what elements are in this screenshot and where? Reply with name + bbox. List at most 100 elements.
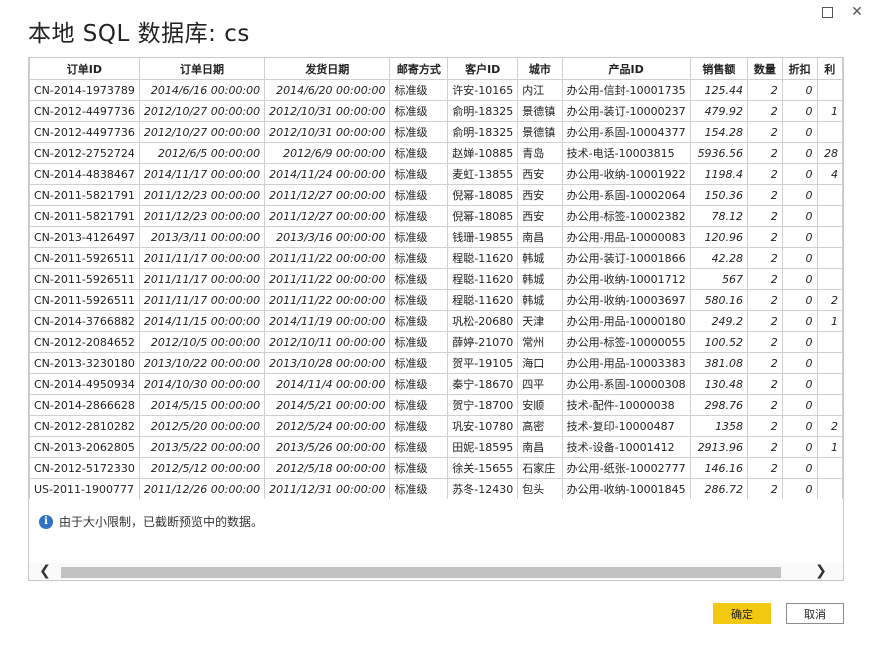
table-cell: 赵婵-10885 [447, 142, 519, 164]
table-cell: 标准级 [389, 310, 449, 332]
table-cell: 标准级 [389, 373, 449, 395]
table-cell: 0 [781, 100, 818, 122]
table-cell: 2011/11/22 00:00:00 [264, 247, 391, 269]
table-cell: 2011/11/17 00:00:00 [138, 247, 266, 269]
table-cell: 技术-配件-10000038 [561, 394, 691, 416]
table-cell: 1 [816, 100, 843, 122]
table-cell: 2014/11/24 00:00:00 [264, 163, 391, 185]
table-cell: 0 [781, 247, 818, 269]
table-cell: 贺宁-18700 [447, 394, 519, 416]
table-cell: 标准级 [389, 205, 449, 227]
column-header[interactable]: 邮寄方式 [389, 58, 449, 80]
table-cell: 2 [816, 415, 843, 437]
column-header[interactable]: 发货日期 [264, 58, 391, 80]
table-row: CN-2011-5926511 2011/11/17 00:00:00 2011/1… [29, 268, 843, 290]
column-header[interactable]: 订单日期 [138, 58, 266, 80]
table-cell: 巩安-10780 [447, 415, 519, 437]
table-cell: 2 [747, 331, 783, 353]
table-cell: 办公用-标签-10000055 [561, 331, 691, 353]
horizontal-scrollbar[interactable]: ❮ ❯ [29, 563, 843, 580]
table-cell: CN-2014-4838467 [29, 163, 140, 185]
table-cell: 2 [747, 352, 783, 374]
table-cell: 2012/5/12 00:00:00 [138, 457, 266, 479]
table-cell: 办公用-系固-10002064 [561, 184, 691, 206]
table-cell: CN-2012-4497736 [29, 100, 140, 122]
table-cell: CN-2012-2752724 [29, 142, 140, 164]
table-cell: 120.96 [689, 226, 749, 248]
table-cell: CN-2013-4126497 [29, 226, 140, 248]
table-cell: 2013/3/16 00:00:00 [264, 226, 391, 248]
table-cell: 徐关-15655 [447, 457, 519, 479]
table-cell: 146.16 [689, 457, 749, 479]
table-cell: 标准级 [389, 331, 449, 353]
close-icon: ✕ [851, 4, 863, 20]
table-cell: 办公用-装订-10000237 [561, 100, 691, 122]
table-cell: 标准级 [389, 79, 449, 101]
table-cell: 俞明-18325 [447, 121, 519, 143]
table-cell: 苏冬-12430 [447, 478, 519, 499]
table-cell: 2012/6/5 00:00:00 [138, 142, 266, 164]
table-cell [816, 184, 843, 206]
table-cell: 2 [747, 226, 783, 248]
table-cell: 2014/11/15 00:00:00 [138, 310, 266, 332]
table-cell: 2014/10/30 00:00:00 [138, 373, 266, 395]
column-header[interactable]: 折扣 [781, 58, 818, 80]
column-header[interactable]: 利 [816, 58, 843, 80]
table-cell: 技术-电话-10003815 [561, 142, 691, 164]
table-row: CN-2011-5926511 2011/11/17 00:00:00 2011/1… [29, 289, 843, 311]
table-cell: 倪幂-18085 [447, 205, 519, 227]
table-cell: 程聪-11620 [447, 268, 519, 290]
table-cell: CN-2014-2866628 [29, 394, 140, 416]
table-cell: 42.28 [689, 247, 749, 269]
table-cell: 秦宁-18670 [447, 373, 519, 395]
table-cell: 4 [816, 163, 843, 185]
table-cell: 倪幂-18085 [447, 184, 519, 206]
scrollbar-thumb[interactable] [61, 567, 781, 578]
table-cell: 125.44 [689, 79, 749, 101]
cancel-button[interactable]: 取消 [786, 603, 844, 624]
column-header[interactable]: 产品ID [561, 58, 691, 80]
table-cell: 海口 [517, 352, 563, 374]
table-cell: 2 [747, 184, 783, 206]
column-header[interactable]: 数量 [747, 58, 783, 80]
table-cell: 办公用-装订-10001866 [561, 247, 691, 269]
table-cell: 0 [781, 457, 818, 479]
table-cell: 标准级 [389, 268, 449, 290]
column-header[interactable]: 城市 [517, 58, 563, 80]
column-header[interactable]: 客户ID [447, 58, 519, 80]
table-cell: 标准级 [389, 415, 449, 437]
table-cell: 薛婷-21070 [447, 331, 519, 353]
table-cell: 2 [747, 79, 783, 101]
table-cell: 298.76 [689, 394, 749, 416]
table-cell: 办公用-系固-10004377 [561, 121, 691, 143]
table-cell: 2012/5/20 00:00:00 [138, 415, 266, 437]
table-cell: 标准级 [389, 121, 449, 143]
table-cell: 安顺 [517, 394, 563, 416]
table-cell: CN-2012-2084652 [29, 331, 140, 353]
table-cell: 韩城 [517, 247, 563, 269]
table-row: CN-2014-1973789 2014/6/16 00:00:00 2014/6/… [29, 79, 843, 101]
table-cell: 2913.96 [689, 436, 749, 458]
scroll-left-icon[interactable]: ❮ [35, 563, 55, 580]
table-cell: 天津 [517, 310, 563, 332]
table-cell: 2 [747, 457, 783, 479]
table-cell: 2013/5/26 00:00:00 [264, 436, 391, 458]
table-cell: 常州 [517, 331, 563, 353]
table-cell: 南昌 [517, 436, 563, 458]
column-header[interactable]: 销售额 [689, 58, 749, 80]
ok-button[interactable]: 确定 [713, 603, 771, 624]
table-cell: 2014/11/4 00:00:00 [264, 373, 391, 395]
column-header[interactable]: 订单ID [29, 58, 140, 80]
table-cell [816, 373, 843, 395]
table-cell: 0 [781, 79, 818, 101]
table-cell: CN-2014-3766882 [29, 310, 140, 332]
close-button[interactable]: ✕ [849, 4, 865, 20]
table-cell: 石家庄 [517, 457, 563, 479]
preview-table-viewport: 订单ID 订单日期 发货日期 邮寄方式 客户ID 城市 产品ID 销售额 数量 折扣利 CN-20… [29, 58, 843, 499]
scroll-right-icon[interactable]: ❯ [811, 563, 831, 580]
table-cell: 办公用-收纳-10001845 [561, 478, 691, 499]
maximize-button[interactable] [819, 4, 835, 20]
table-cell: 0 [781, 310, 818, 332]
table-cell: 四平 [517, 373, 563, 395]
truncation-notice-text: 由于大小限制，已截断预览中的数据。 [59, 515, 264, 529]
